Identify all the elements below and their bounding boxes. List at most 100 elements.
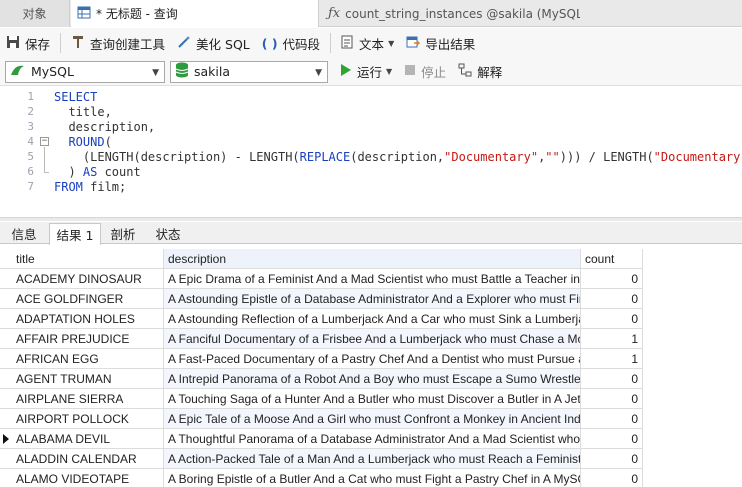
save-label: 保存 bbox=[25, 36, 51, 52]
cell-title[interactable]: AFRICAN EGG bbox=[12, 349, 164, 369]
table-row[interactable]: ADAPTATION HOLES A Astounding Reflection … bbox=[0, 309, 742, 329]
line-number: 4 bbox=[27, 135, 34, 148]
column-header-title[interactable]: title bbox=[12, 249, 164, 269]
row-indicator[interactable] bbox=[0, 349, 12, 369]
cell-title[interactable]: ACE GOLDFINGER bbox=[12, 289, 164, 309]
save-button[interactable]: 保存 bbox=[0, 31, 56, 55]
row-indicator[interactable] bbox=[0, 369, 12, 389]
cell-count[interactable]: 0 bbox=[581, 309, 643, 329]
sql-line-6: ) AS count bbox=[54, 165, 141, 179]
connection-select[interactable]: MySQL ▼ bbox=[5, 60, 165, 83]
sql-line-1: SELECT bbox=[54, 90, 98, 104]
column-header-count[interactable]: count bbox=[581, 249, 643, 269]
table-row[interactable]: AGENT TRUMAN A Intrepid Panorama of a Rob… bbox=[0, 369, 742, 389]
table-row[interactable]: ACADEMY DINOSAUR A Epic Drama of a Femini… bbox=[0, 269, 742, 289]
sql-line-4: ROUND( bbox=[68, 135, 112, 149]
beautify-sql-button[interactable]: 美化 SQL bbox=[171, 31, 256, 55]
tab-profile[interactable]: 剖析 bbox=[101, 223, 145, 244]
fold-collapse-icon[interactable]: − bbox=[40, 137, 49, 146]
table-row[interactable]: ALAMO VIDEOTAPE A Boring Epistle of a But… bbox=[0, 469, 742, 487]
cell-title[interactable]: AGENT TRUMAN bbox=[12, 369, 164, 389]
cell-description[interactable]: A Fanciful Documentary of a Frisbee And … bbox=[164, 329, 581, 349]
query-builder-button[interactable]: 查询创建工具 bbox=[65, 31, 171, 55]
tab-function-label: count_string_instances @sakila (MySQL)..… bbox=[345, 6, 580, 21]
database-value: sakila bbox=[194, 64, 231, 79]
cell-count[interactable]: 0 bbox=[581, 269, 643, 289]
cell-count[interactable]: 0 bbox=[581, 429, 643, 449]
run-button[interactable]: 运行 ▼ bbox=[334, 60, 398, 84]
tab-function[interactable]: ƒx count_string_instances @sakila (MySQL… bbox=[320, 0, 580, 27]
row-indicator[interactable] bbox=[0, 429, 12, 449]
tab-info-label: 信息 bbox=[11, 227, 37, 242]
cell-title[interactable]: ACADEMY DINOSAUR bbox=[12, 269, 164, 289]
cell-count[interactable]: 0 bbox=[581, 449, 643, 469]
editor-results-splitter[interactable] bbox=[0, 217, 742, 221]
cell-title[interactable]: ADAPTATION HOLES bbox=[12, 309, 164, 329]
row-indicator[interactable] bbox=[0, 389, 12, 409]
cell-count[interactable]: 0 bbox=[581, 409, 643, 429]
cell-title[interactable]: ALADDIN CALENDAR bbox=[12, 449, 164, 469]
cell-description[interactable]: A Epic Drama of a Feminist And a Mad Sci… bbox=[164, 269, 581, 289]
stop-icon bbox=[404, 64, 416, 79]
database-select[interactable]: sakila ▼ bbox=[170, 60, 328, 83]
table-row[interactable]: ALADDIN CALENDAR A Action-Packed Tale of … bbox=[0, 449, 742, 469]
cell-count[interactable]: 0 bbox=[581, 369, 643, 389]
database-icon bbox=[175, 62, 189, 81]
cell-count[interactable]: 1 bbox=[581, 329, 643, 349]
tab-info[interactable]: 信息 bbox=[2, 223, 46, 244]
row-indicator[interactable] bbox=[0, 289, 12, 309]
cell-description[interactable]: A Action-Packed Tale of a Man And a Lumb… bbox=[164, 449, 581, 469]
cell-description[interactable]: A Intrepid Panorama of a Robot And a Boy… bbox=[164, 369, 581, 389]
cell-description[interactable]: A Astounding Reflection of a Lumberjack … bbox=[164, 309, 581, 329]
tab-query[interactable]: * 无标题 - 查询 bbox=[71, 0, 319, 27]
cell-count[interactable]: 0 bbox=[581, 469, 643, 487]
cell-count[interactable]: 0 bbox=[581, 389, 643, 409]
cell-description[interactable]: A Astounding Epistle of a Database Admin… bbox=[164, 289, 581, 309]
row-indicator[interactable] bbox=[0, 269, 12, 289]
explain-button[interactable]: 解释 bbox=[452, 60, 508, 84]
cell-description[interactable]: A Touching Saga of a Hunter And a Butler… bbox=[164, 389, 581, 409]
cell-description[interactable]: A Epic Tale of a Moose And a Girl who mu… bbox=[164, 409, 581, 429]
table-row[interactable]: AFFAIR PREJUDICE A Fanciful Documentary o… bbox=[0, 329, 742, 349]
results-grid[interactable]: title description count ACADEMY DINOSAUR… bbox=[0, 249, 742, 487]
sql-editor[interactable]: 1 2 3 4 5 6 7 − SELECT title, descriptio… bbox=[0, 87, 742, 217]
line-number: 3 bbox=[27, 120, 34, 133]
text-dropdown-button[interactable]: 文本 ▼ bbox=[335, 31, 400, 55]
row-indicator[interactable] bbox=[0, 449, 12, 469]
cell-description[interactable]: A Boring Epistle of a Butler And a Cat w… bbox=[164, 469, 581, 487]
tab-status[interactable]: 状态 bbox=[146, 223, 190, 244]
cell-count[interactable]: 1 bbox=[581, 349, 643, 369]
table-row[interactable]: ALABAMA DEVIL A Thoughtful Panorama of a … bbox=[0, 429, 742, 449]
cell-description[interactable]: A Fast-Paced Documentary of a Pastry Che… bbox=[164, 349, 581, 369]
cell-title[interactable]: AFFAIR PREJUDICE bbox=[12, 329, 164, 349]
cell-count[interactable]: 0 bbox=[581, 289, 643, 309]
mysql-connection-icon bbox=[10, 63, 26, 80]
grid-header-row: title description count bbox=[0, 249, 742, 269]
save-icon bbox=[6, 35, 20, 52]
row-indicator[interactable] bbox=[0, 329, 12, 349]
table-row[interactable]: AIRPLANE SIERRA A Touching Saga of a Hunt… bbox=[0, 389, 742, 409]
cell-title[interactable]: AIRPLANE SIERRA bbox=[12, 389, 164, 409]
code-snippet-button[interactable]: ( ) 代码段 bbox=[256, 31, 326, 55]
stop-button[interactable]: 停止 bbox=[398, 60, 452, 84]
cell-title[interactable]: AIRPORT POLLOCK bbox=[12, 409, 164, 429]
tab-result-1[interactable]: 结果 1 bbox=[49, 223, 101, 245]
row-indicator[interactable] bbox=[0, 469, 12, 487]
row-indicator[interactable] bbox=[0, 309, 12, 329]
table-row[interactable]: ACE GOLDFINGER A Astounding Epistle of a … bbox=[0, 289, 742, 309]
cell-title[interactable]: ALABAMA DEVIL bbox=[12, 429, 164, 449]
row-indicator[interactable] bbox=[0, 409, 12, 429]
explain-icon bbox=[458, 63, 472, 80]
document-tab-bar: 对象 * 无标题 - 查询 ƒx count_string_instances … bbox=[0, 0, 742, 27]
cell-description[interactable]: A Thoughtful Panorama of a Database Admi… bbox=[164, 429, 581, 449]
column-header-description[interactable]: description bbox=[164, 249, 581, 269]
sql-line-3: description, bbox=[54, 120, 156, 134]
connection-value: MySQL bbox=[31, 64, 74, 79]
row-indicator-header bbox=[0, 249, 12, 269]
tab-objects[interactable]: 对象 bbox=[0, 0, 70, 27]
table-row[interactable]: AFRICAN EGG A Fast-Paced Documentary of a… bbox=[0, 349, 742, 369]
export-results-button[interactable]: 导出结果 bbox=[400, 31, 481, 55]
line-number-gutter: 1 2 3 4 5 6 7 bbox=[0, 87, 36, 217]
cell-title[interactable]: ALAMO VIDEOTAPE bbox=[12, 469, 164, 487]
table-row[interactable]: AIRPORT POLLOCK A Epic Tale of a Moose An… bbox=[0, 409, 742, 429]
